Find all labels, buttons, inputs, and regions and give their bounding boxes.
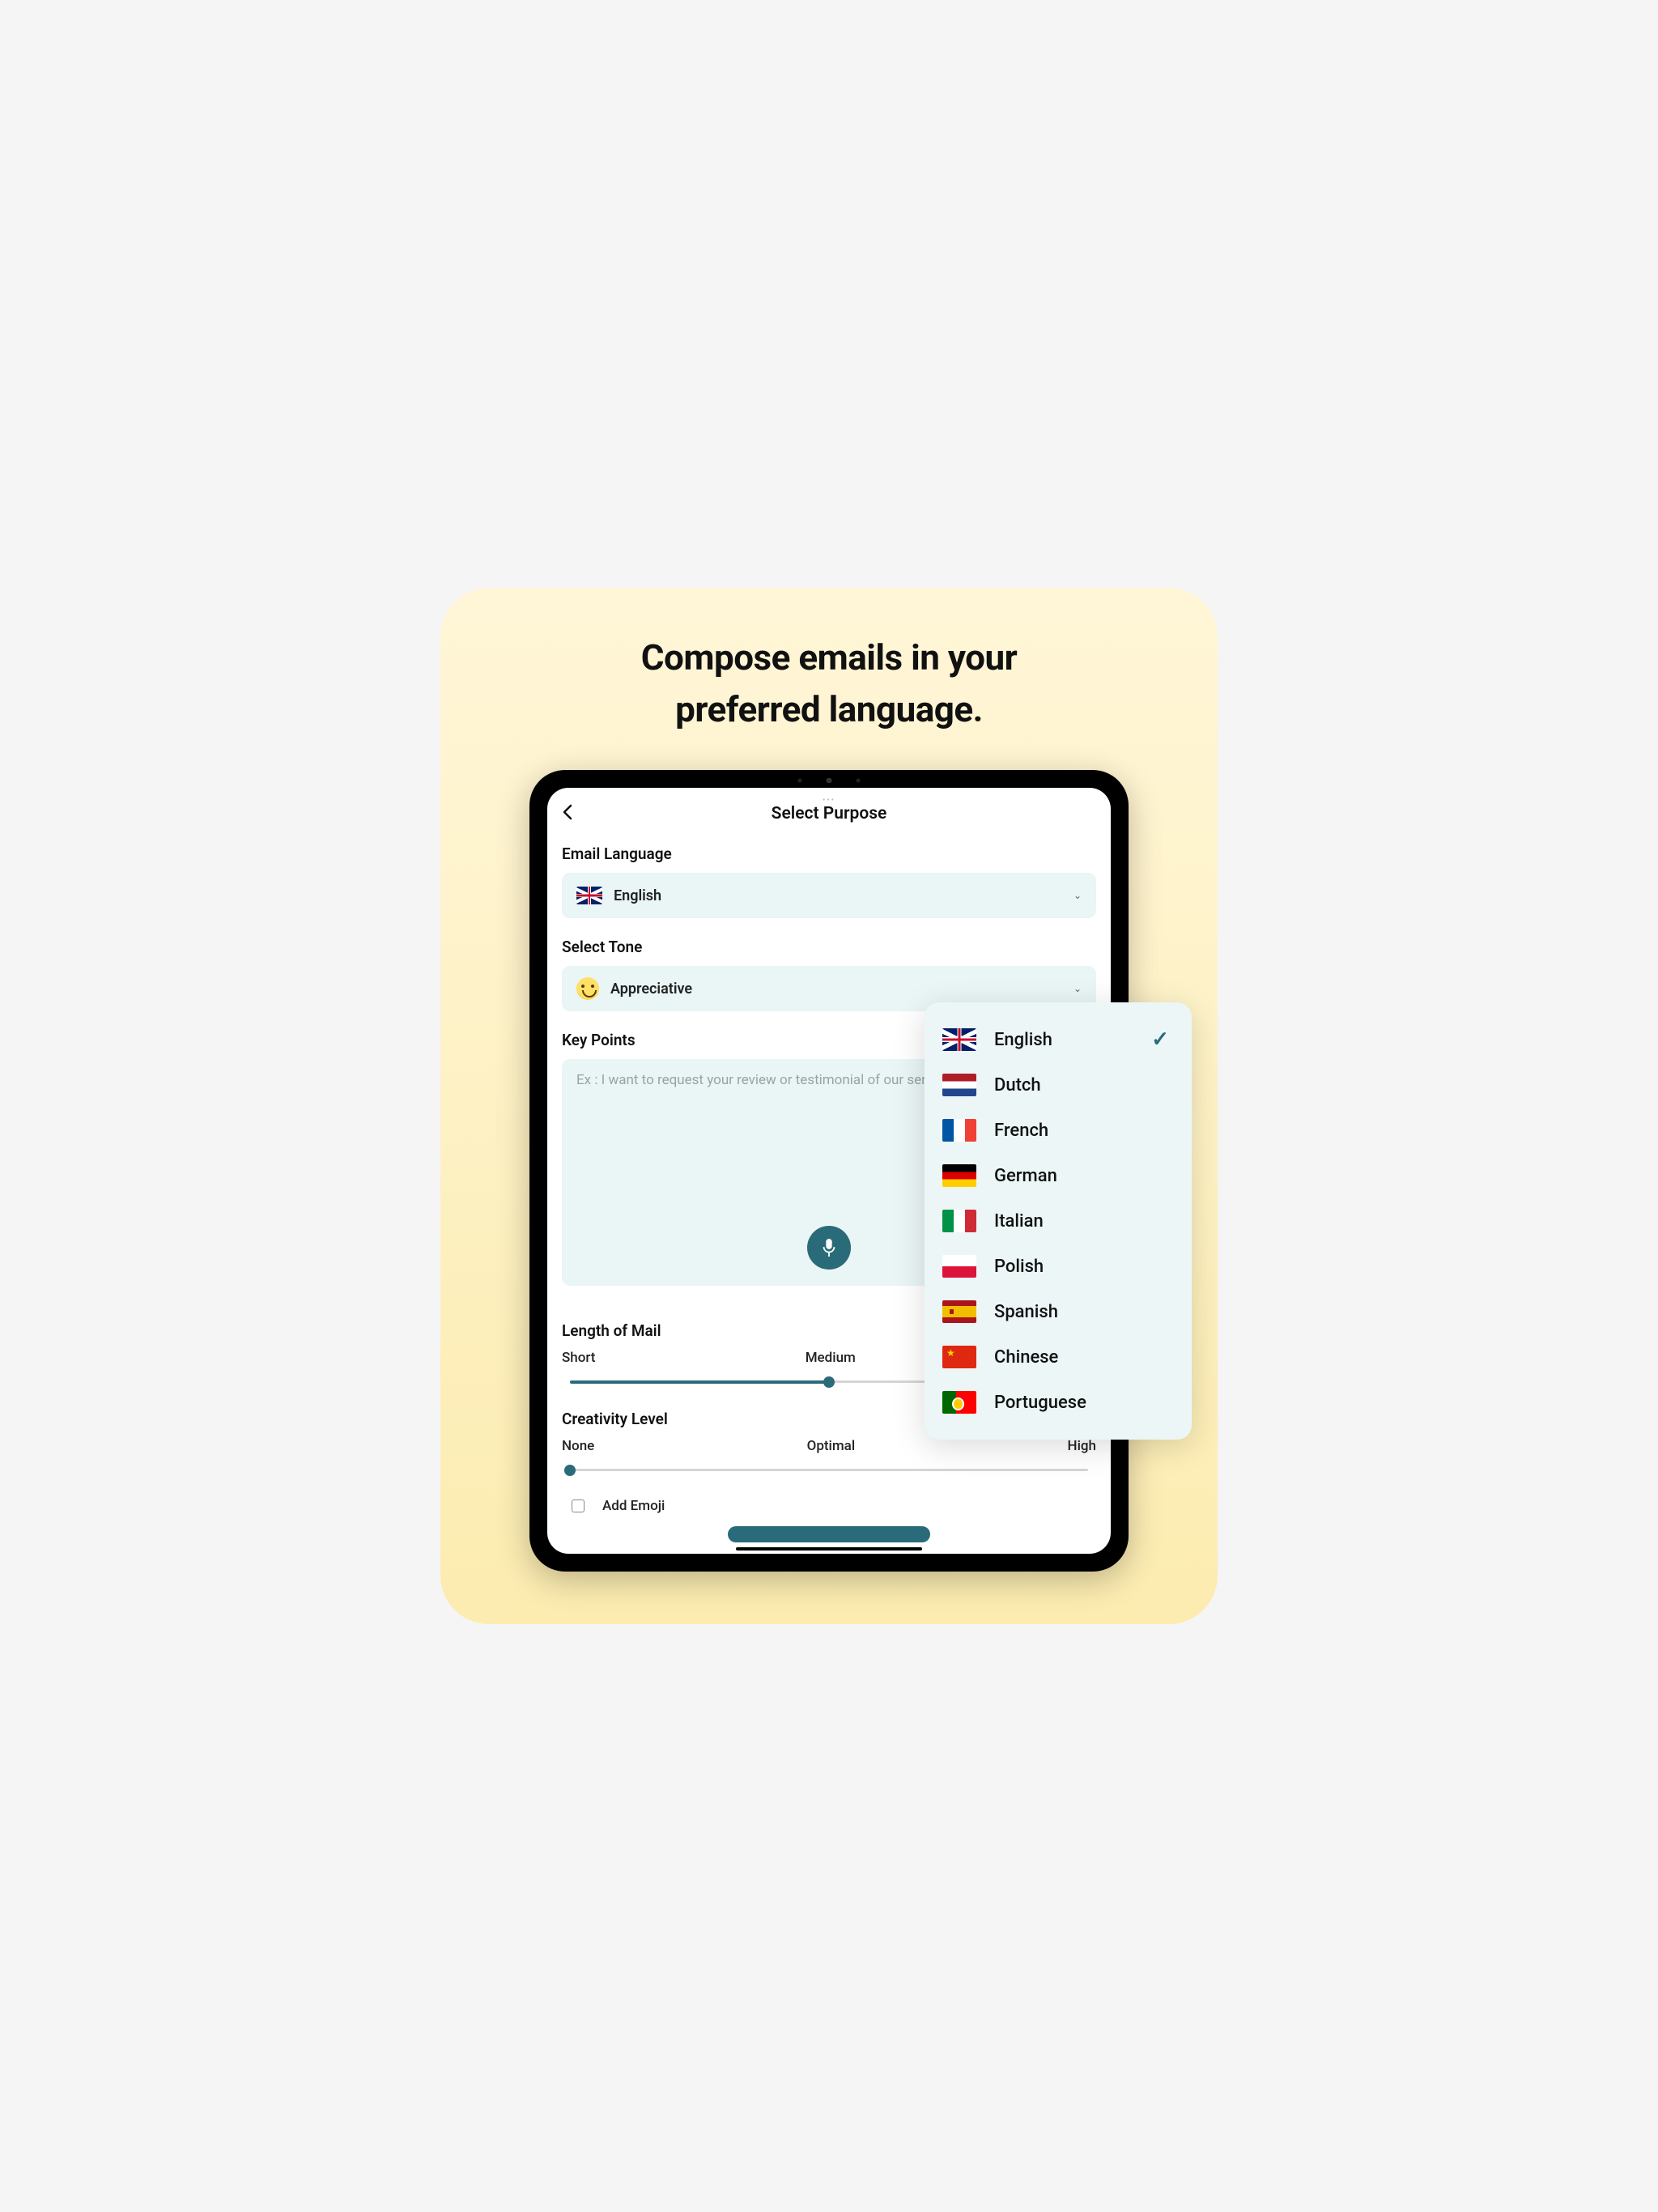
flag-pl-icon — [942, 1255, 976, 1278]
length-mid-label: Medium — [806, 1350, 856, 1366]
chevron-down-icon: ⌄ — [1073, 890, 1082, 901]
language-option-label: Italian — [994, 1211, 1044, 1231]
creativity-mid-label: Optimal — [807, 1438, 856, 1454]
add-emoji-label: Add Emoji — [602, 1498, 665, 1514]
microphone-icon — [820, 1237, 838, 1258]
language-option-pl[interactable]: Polish — [942, 1244, 1174, 1289]
length-low-label: Short — [562, 1350, 595, 1366]
grab-dots-icon: ••• — [823, 796, 835, 805]
headline-line-1: Compose emails in your — [641, 636, 1018, 678]
check-icon: ✓ — [1151, 1027, 1169, 1052]
creativity-slider-thumb[interactable] — [564, 1465, 576, 1476]
language-option-label: English — [994, 1030, 1052, 1050]
chevron-down-icon: ⌄ — [1073, 983, 1082, 994]
flag-es-icon — [942, 1300, 976, 1323]
headline: Compose emails in your preferred languag… — [440, 588, 1218, 736]
flag-gb-icon — [576, 887, 602, 904]
smile-emoji-icon — [576, 977, 599, 1000]
language-option-label: Chinese — [994, 1347, 1058, 1368]
flag-fr-icon — [942, 1119, 976, 1142]
flag-it-icon — [942, 1210, 976, 1232]
language-option-de[interactable]: German — [942, 1153, 1174, 1198]
creativity-slider[interactable] — [562, 1462, 1096, 1478]
language-option-label: Spanish — [994, 1302, 1058, 1322]
tone-select-value: Appreciative — [610, 981, 692, 998]
promo-stage: Compose emails in your preferred languag… — [440, 588, 1218, 1624]
add-emoji-checkbox[interactable] — [572, 1499, 585, 1512]
headline-line-2: preferred language. — [675, 688, 983, 730]
flag-pt-icon — [942, 1391, 976, 1414]
language-option-label: French — [994, 1121, 1048, 1141]
tone-label: Select Tone — [562, 938, 1096, 956]
flag-de-icon — [942, 1164, 976, 1187]
creativity-low-label: None — [562, 1438, 594, 1454]
chevron-left-icon — [562, 804, 573, 820]
language-option-label: Portuguese — [994, 1393, 1086, 1413]
flag-nl-icon — [942, 1074, 976, 1096]
language-select-value: English — [614, 887, 661, 904]
primary-action-button[interactable] — [728, 1526, 930, 1542]
language-label: Email Language — [562, 844, 1096, 863]
language-option-it[interactable]: Italian — [942, 1198, 1174, 1244]
language-option-label: Dutch — [994, 1075, 1041, 1095]
flag-gb-icon — [942, 1028, 976, 1051]
language-option-fr[interactable]: French — [942, 1108, 1174, 1153]
language-select[interactable]: English ⌄ — [562, 873, 1096, 918]
language-option-es[interactable]: Spanish — [942, 1289, 1174, 1334]
length-slider-thumb[interactable] — [823, 1376, 835, 1388]
language-option-label: German — [994, 1166, 1057, 1186]
language-option-label: Polish — [994, 1257, 1044, 1277]
language-option-gb[interactable]: English ✓ — [942, 1017, 1174, 1062]
flag-cn-icon — [942, 1346, 976, 1368]
nav-bar: ••• Select Purpose — [562, 799, 1096, 828]
language-option-cn[interactable]: Chinese — [942, 1334, 1174, 1380]
language-dropdown[interactable]: English ✓ Dutch French German Italian Polish Sp… — [925, 1002, 1192, 1440]
mic-button[interactable] — [807, 1226, 851, 1270]
creativity-slider-labels: None Optimal High — [562, 1438, 1096, 1454]
page-title: Select Purpose — [772, 804, 887, 823]
language-option-nl[interactable]: Dutch — [942, 1062, 1174, 1108]
add-emoji-row[interactable]: Add Emoji — [562, 1498, 1096, 1514]
home-indicator — [736, 1547, 922, 1551]
creativity-high-label: High — [1068, 1438, 1096, 1454]
back-button[interactable] — [562, 802, 573, 825]
language-option-pt[interactable]: Portuguese — [942, 1380, 1174, 1425]
